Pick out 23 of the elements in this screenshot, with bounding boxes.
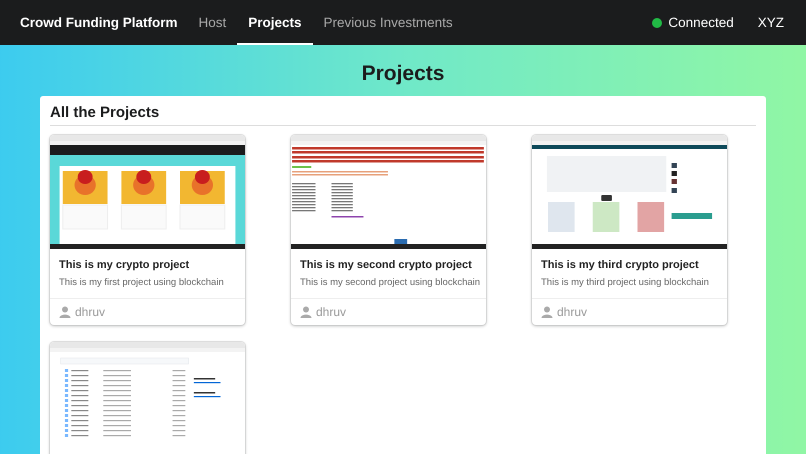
project-card[interactable]: This is my second crypto project This is my second project using blockchain dhruv bbox=[291, 135, 486, 325]
project-card[interactable]: This is my third crypto project This is my third project using blockchain dhruv bbox=[532, 135, 727, 325]
project-author: dhruv bbox=[316, 305, 346, 319]
page-title: Projects bbox=[360, 62, 446, 86]
project-description: This is my third project using blockchain bbox=[541, 276, 709, 290]
project-title: This is my crypto project bbox=[59, 258, 190, 273]
project-card[interactable]: This is my crypto project This is my first project using blockchain dhruv bbox=[50, 135, 245, 325]
project-description: This is my second project using blockchain bbox=[300, 276, 480, 290]
project-author: dhruv bbox=[75, 305, 106, 319]
project-author: dhruv bbox=[557, 305, 588, 319]
user-icon bbox=[300, 306, 312, 318]
panel-title: All the Projects bbox=[50, 102, 160, 126]
nav-tab[interactable]: Previous Investments bbox=[312, 0, 464, 45]
project-description: This is my first project using blockchain bbox=[59, 276, 224, 290]
user-icon bbox=[59, 306, 71, 318]
user-icon bbox=[541, 306, 553, 318]
brand-name: Crowd Funding Platform bbox=[20, 14, 178, 32]
connection-status: Connected bbox=[668, 15, 734, 30]
nav-tab[interactable]: Projects bbox=[237, 0, 313, 45]
user-menu[interactable]: XYZ bbox=[758, 0, 786, 45]
project-title: This is my second crypto project bbox=[300, 258, 472, 273]
project-title: This is my third crypto project bbox=[541, 258, 699, 273]
nav-tab[interactable]: Host bbox=[188, 0, 238, 45]
